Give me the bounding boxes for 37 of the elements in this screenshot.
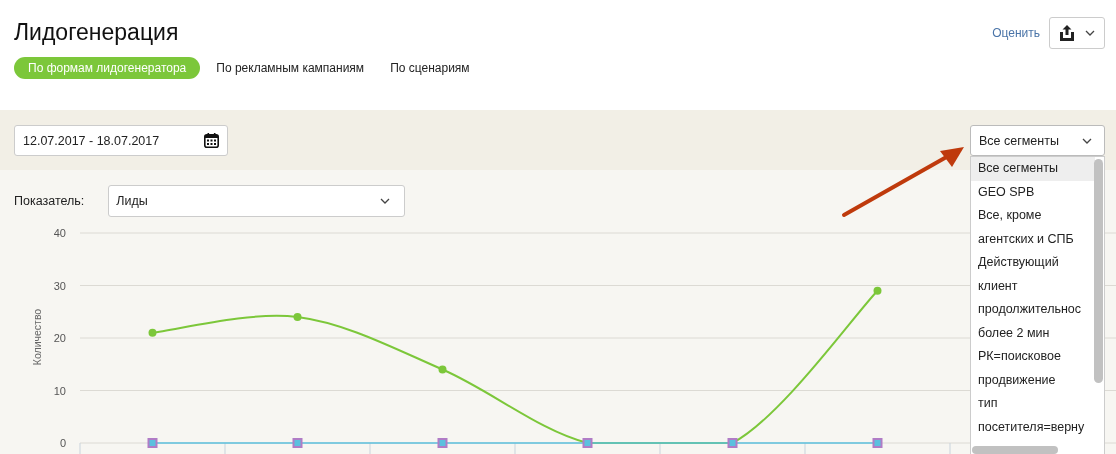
data-point (147, 438, 158, 448)
chevron-icon (1082, 137, 1092, 144)
date-range-field[interactable]: 12.07.2017 - 18.07.2017 (14, 125, 228, 156)
data-point (872, 438, 883, 448)
metric-label: Показатель: (14, 194, 85, 208)
data-point (148, 328, 157, 337)
caret-icon (1085, 30, 1095, 36)
axis-tick: 10 (53, 384, 66, 397)
data-point (873, 286, 882, 295)
rate-link[interactable]: Оценить (992, 26, 1040, 40)
data-point (438, 365, 447, 374)
segment-select[interactable]: Все сегменты (970, 125, 1105, 156)
axis-tick: 0 (59, 437, 66, 449)
axis-title: Количество (31, 308, 43, 366)
dropdown-option[interactable]: GEO SPB (971, 180, 1095, 204)
export-button[interactable] (1049, 17, 1105, 49)
data-point (437, 438, 448, 448)
tab[interactable]: По рекламным кампаниям (206, 57, 375, 79)
share-icon (1059, 25, 1075, 41)
page-title: Лидогенерация (14, 18, 180, 47)
axis-tick: 30 (53, 279, 66, 292)
chevron-icon (380, 198, 391, 204)
data-point (292, 438, 303, 448)
axis-tick: 40 (53, 227, 66, 239)
dropdown-option[interactable]: Все, кроме агентских и СПБ (971, 204, 1095, 251)
dropdown-option[interactable]: тип посетителя=верну (971, 392, 1095, 439)
dropdown-option[interactable]: продолжительнос более 2 мин (971, 298, 1095, 345)
metric-select[interactable]: Лиды (108, 185, 406, 217)
data-point (727, 438, 738, 448)
tab[interactable]: По сценариям (380, 57, 480, 79)
scrollbar[interactable] (972, 446, 1058, 454)
calendar-icon (204, 133, 219, 148)
dropdown-option[interactable]: Все сегменты (971, 157, 1095, 181)
scrollbar[interactable] (1094, 159, 1103, 383)
data-point (582, 438, 593, 448)
axis-tick: 20 (53, 332, 66, 344)
data-point (293, 313, 302, 321)
